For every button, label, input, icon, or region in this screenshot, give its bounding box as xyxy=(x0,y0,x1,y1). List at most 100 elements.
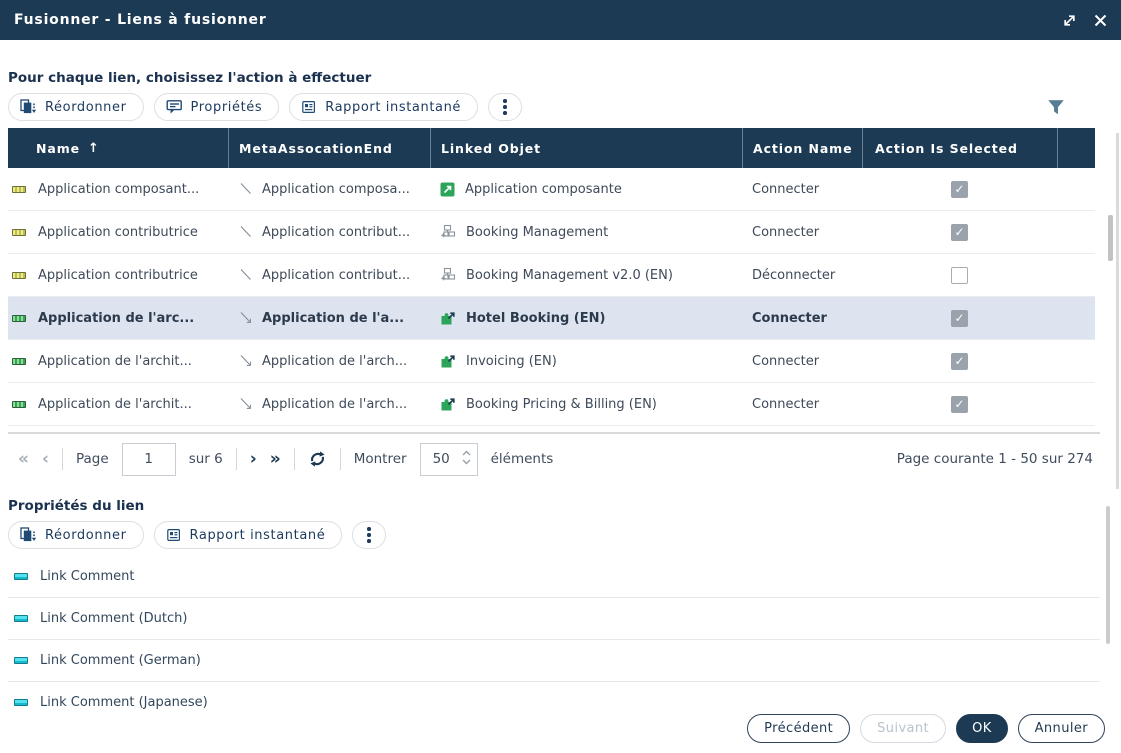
column-header-linked-object[interactable]: Linked Objet xyxy=(430,128,742,168)
list-item[interactable]: Link Comment (Japanese) xyxy=(8,682,1100,710)
association-arrow-icon xyxy=(238,396,254,412)
row-action: Connecter xyxy=(752,397,819,412)
row-linked-object: Booking Pricing & Billing (EN) xyxy=(466,397,657,412)
column-header-action-is-selected[interactable]: Action Is Selected xyxy=(862,128,1057,168)
action-selected-checkbox[interactable] xyxy=(951,353,968,370)
link-yellow-icon xyxy=(12,272,26,279)
row-name: Application composant... xyxy=(38,182,199,197)
next-button[interactable]: Suivant xyxy=(860,714,946,743)
application-puzzle-icon xyxy=(440,396,456,412)
last-page-button[interactable]: » xyxy=(270,451,281,468)
previous-page-button[interactable]: ‹ xyxy=(42,451,49,468)
list-item[interactable]: Link Comment xyxy=(8,556,1100,598)
sort-ascending-icon[interactable]: ↑ xyxy=(88,141,100,156)
table-header: Name ↑ MetaAssocationEnd Linked Objet Ac… xyxy=(8,128,1095,168)
association-line-icon xyxy=(238,267,254,283)
properties-button[interactable]: Propriétés xyxy=(154,93,280,121)
page-number-input[interactable] xyxy=(122,443,176,476)
dialog-title: Fusionner - Liens à fusionner xyxy=(14,12,267,28)
application-puzzle-icon xyxy=(440,353,456,369)
table-row[interactable]: Application de l'archit... Application d… xyxy=(8,383,1095,426)
row-meta: Application contribut... xyxy=(262,225,410,240)
filter-icon[interactable] xyxy=(1047,99,1065,115)
property-cyan-icon xyxy=(14,657,28,664)
table-row[interactable]: Application de l'archit... Application d… xyxy=(8,340,1095,383)
property-cyan-icon xyxy=(14,573,28,580)
link-green-icon xyxy=(12,401,26,408)
action-selected-checkbox[interactable] xyxy=(951,310,968,327)
table-row-selected[interactable]: Application de l'arc... Application de l… xyxy=(8,297,1095,340)
row-name: Application contributrice xyxy=(38,268,198,283)
application-component-icon xyxy=(440,182,455,197)
column-header-name[interactable]: Name ↑ xyxy=(8,128,228,168)
close-icon[interactable] xyxy=(1094,14,1107,27)
row-name: Application de l'archit... xyxy=(38,354,192,369)
list-item[interactable]: Link Comment (Dutch) xyxy=(8,598,1100,640)
row-meta: Application de l'a... xyxy=(262,311,404,326)
link-yellow-icon xyxy=(12,229,26,236)
first-page-button[interactable]: « xyxy=(18,451,29,468)
column-header-action-name[interactable]: Action Name xyxy=(742,128,862,168)
column-header-meta-association-end[interactable]: MetaAssocationEnd xyxy=(228,128,430,168)
row-action: Connecter xyxy=(752,182,819,197)
ok-button[interactable]: OK xyxy=(956,714,1008,743)
refresh-icon[interactable] xyxy=(308,450,327,468)
links-toolbar: Réordonner Propriétés xyxy=(8,93,1093,121)
reorder-icon xyxy=(20,99,37,115)
row-meta: Application contribut... xyxy=(262,268,410,283)
instant-report-label: Rapport instantané xyxy=(325,100,461,115)
table-row[interactable]: Application composant... Application com… xyxy=(8,168,1095,211)
stepper-arrows-icon[interactable] xyxy=(462,450,471,465)
divider xyxy=(62,448,63,470)
properties-heading: Propriétés du lien xyxy=(8,498,144,514)
reorder-button[interactable]: Réordonner xyxy=(8,521,144,549)
row-linked-object: Hotel Booking (EN) xyxy=(466,311,605,326)
properties-icon xyxy=(166,99,183,115)
instant-report-button[interactable]: Rapport instantané xyxy=(154,521,343,549)
association-arrow-icon xyxy=(238,310,254,326)
row-meta: Application de l'arch... xyxy=(262,354,407,369)
kebab-menu-icon xyxy=(367,527,371,543)
merge-dialog: Fusionner - Liens à fusionner Pour chaqu… xyxy=(0,0,1121,753)
column-name-label: Name xyxy=(36,141,80,156)
action-selected-checkbox[interactable] xyxy=(951,396,968,413)
list-item-label: Link Comment xyxy=(40,569,134,584)
dialog-footer: Précédent Suivant OK Annuler xyxy=(747,714,1105,743)
instant-report-icon xyxy=(301,99,317,115)
table-bottom-separator xyxy=(8,432,1100,434)
previous-button[interactable]: Précédent xyxy=(747,714,850,743)
table-row[interactable]: Application contributrice Application co… xyxy=(8,211,1095,254)
cancel-button[interactable]: Annuler xyxy=(1018,714,1105,743)
row-action: Connecter xyxy=(752,354,819,369)
association-arrow-icon xyxy=(238,353,254,369)
more-actions-button[interactable] xyxy=(488,93,522,121)
action-selected-checkbox[interactable] xyxy=(951,267,968,284)
action-selected-checkbox[interactable] xyxy=(951,224,968,241)
list-item[interactable]: Link Comment (German) xyxy=(8,640,1100,682)
column-header-empty xyxy=(1057,128,1095,168)
divider xyxy=(340,448,341,470)
application-outline-icon xyxy=(440,224,456,240)
instant-report-label: Rapport instantané xyxy=(190,528,326,543)
row-linked-object: Invoicing (EN) xyxy=(466,354,557,369)
list-item-label: Link Comment (Dutch) xyxy=(40,611,187,626)
table-row[interactable]: Application contributrice Application co… xyxy=(8,254,1095,297)
row-name: Application de l'archit... xyxy=(38,397,192,412)
link-yellow-icon xyxy=(12,186,26,193)
page-range-label: Page courante 1 - 50 sur 274 xyxy=(897,451,1093,467)
dialog-scrollbar-track[interactable] xyxy=(1116,133,1119,489)
instant-report-icon xyxy=(166,527,182,543)
table-scrollbar-thumb[interactable] xyxy=(1108,215,1113,261)
expand-icon[interactable] xyxy=(1062,13,1077,28)
page-label: Page xyxy=(76,451,109,467)
titlebar-actions xyxy=(1062,13,1107,28)
more-actions-button[interactable] xyxy=(352,521,386,549)
next-page-button[interactable]: › xyxy=(250,451,257,468)
show-label: Montrer xyxy=(354,451,407,467)
list-item-label: Link Comment (German) xyxy=(40,653,201,668)
action-selected-checkbox[interactable] xyxy=(951,181,968,198)
association-line-icon xyxy=(238,181,254,197)
instant-report-button[interactable]: Rapport instantané xyxy=(289,93,478,121)
reorder-button[interactable]: Réordonner xyxy=(8,93,144,121)
properties-list-scrollbar-thumb[interactable] xyxy=(1106,506,1110,644)
